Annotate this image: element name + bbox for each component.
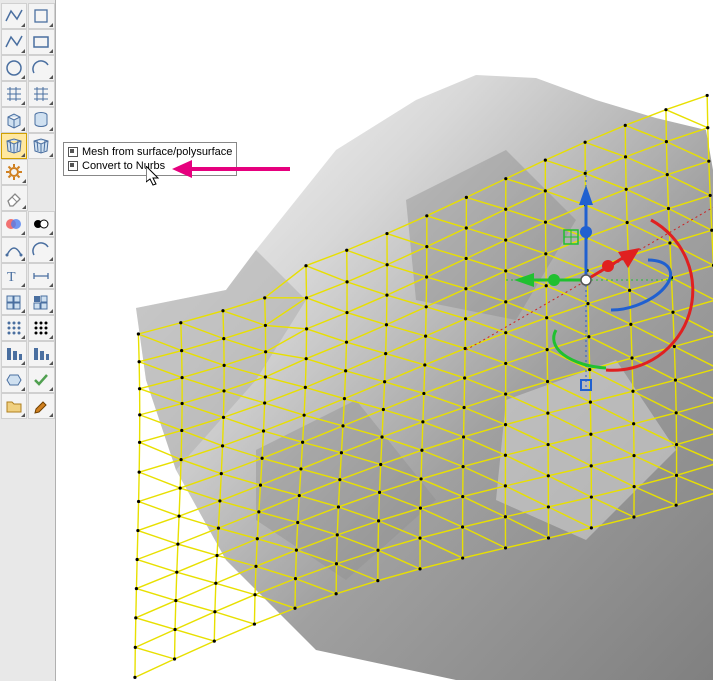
chain-edges-button[interactable] bbox=[1, 3, 28, 29]
distribute-button[interactable] bbox=[28, 341, 55, 367]
block-edit-button[interactable] bbox=[28, 289, 55, 315]
array-button[interactable] bbox=[1, 315, 28, 341]
layers-button[interactable] bbox=[1, 211, 28, 237]
matrix-button[interactable] bbox=[28, 315, 55, 341]
mesh-convert-button[interactable] bbox=[28, 133, 55, 159]
eraser-button[interactable] bbox=[1, 185, 28, 211]
polyline-button[interactable] bbox=[1, 29, 28, 55]
dimension-button[interactable] bbox=[28, 263, 55, 289]
tween-curves-button[interactable] bbox=[28, 237, 55, 263]
mesh-button[interactable] bbox=[1, 133, 28, 159]
tooltip-line1: Mesh from surface/polysurface bbox=[82, 145, 232, 159]
circle-button[interactable] bbox=[1, 55, 28, 81]
text-button[interactable]: T bbox=[1, 263, 28, 289]
mouse-left-icon bbox=[68, 147, 78, 157]
analysis-check-button[interactable] bbox=[28, 367, 55, 393]
open-folder-button[interactable] bbox=[1, 393, 28, 419]
svg-text:T: T bbox=[7, 270, 16, 285]
mesh-tooltip: Mesh from surface/polysurface Convert to… bbox=[63, 142, 237, 176]
boolean-union-button[interactable] bbox=[1, 367, 28, 393]
paint-button[interactable] bbox=[28, 393, 55, 419]
curve-from-two-views-button[interactable] bbox=[1, 237, 28, 263]
mouse-right-icon bbox=[68, 161, 78, 171]
grid-snap-button[interactable] bbox=[1, 81, 28, 107]
align-objects-button[interactable] bbox=[1, 341, 28, 367]
viewport-canvas bbox=[56, 0, 713, 681]
solid-cylinder-button[interactable] bbox=[28, 107, 55, 133]
rectangle-button[interactable] bbox=[28, 29, 55, 55]
viewport[interactable] bbox=[56, 0, 713, 681]
color-swatch-button[interactable] bbox=[28, 211, 55, 237]
gears-button[interactable] bbox=[1, 159, 28, 185]
arc-button[interactable] bbox=[28, 55, 55, 81]
toolbar: T bbox=[0, 0, 56, 681]
solid-box-button[interactable] bbox=[1, 107, 28, 133]
align-button[interactable] bbox=[28, 3, 55, 29]
plane-button[interactable] bbox=[28, 81, 55, 107]
tooltip-line2: Convert to Nurbs bbox=[82, 159, 165, 173]
block-manager-button[interactable] bbox=[1, 289, 28, 315]
